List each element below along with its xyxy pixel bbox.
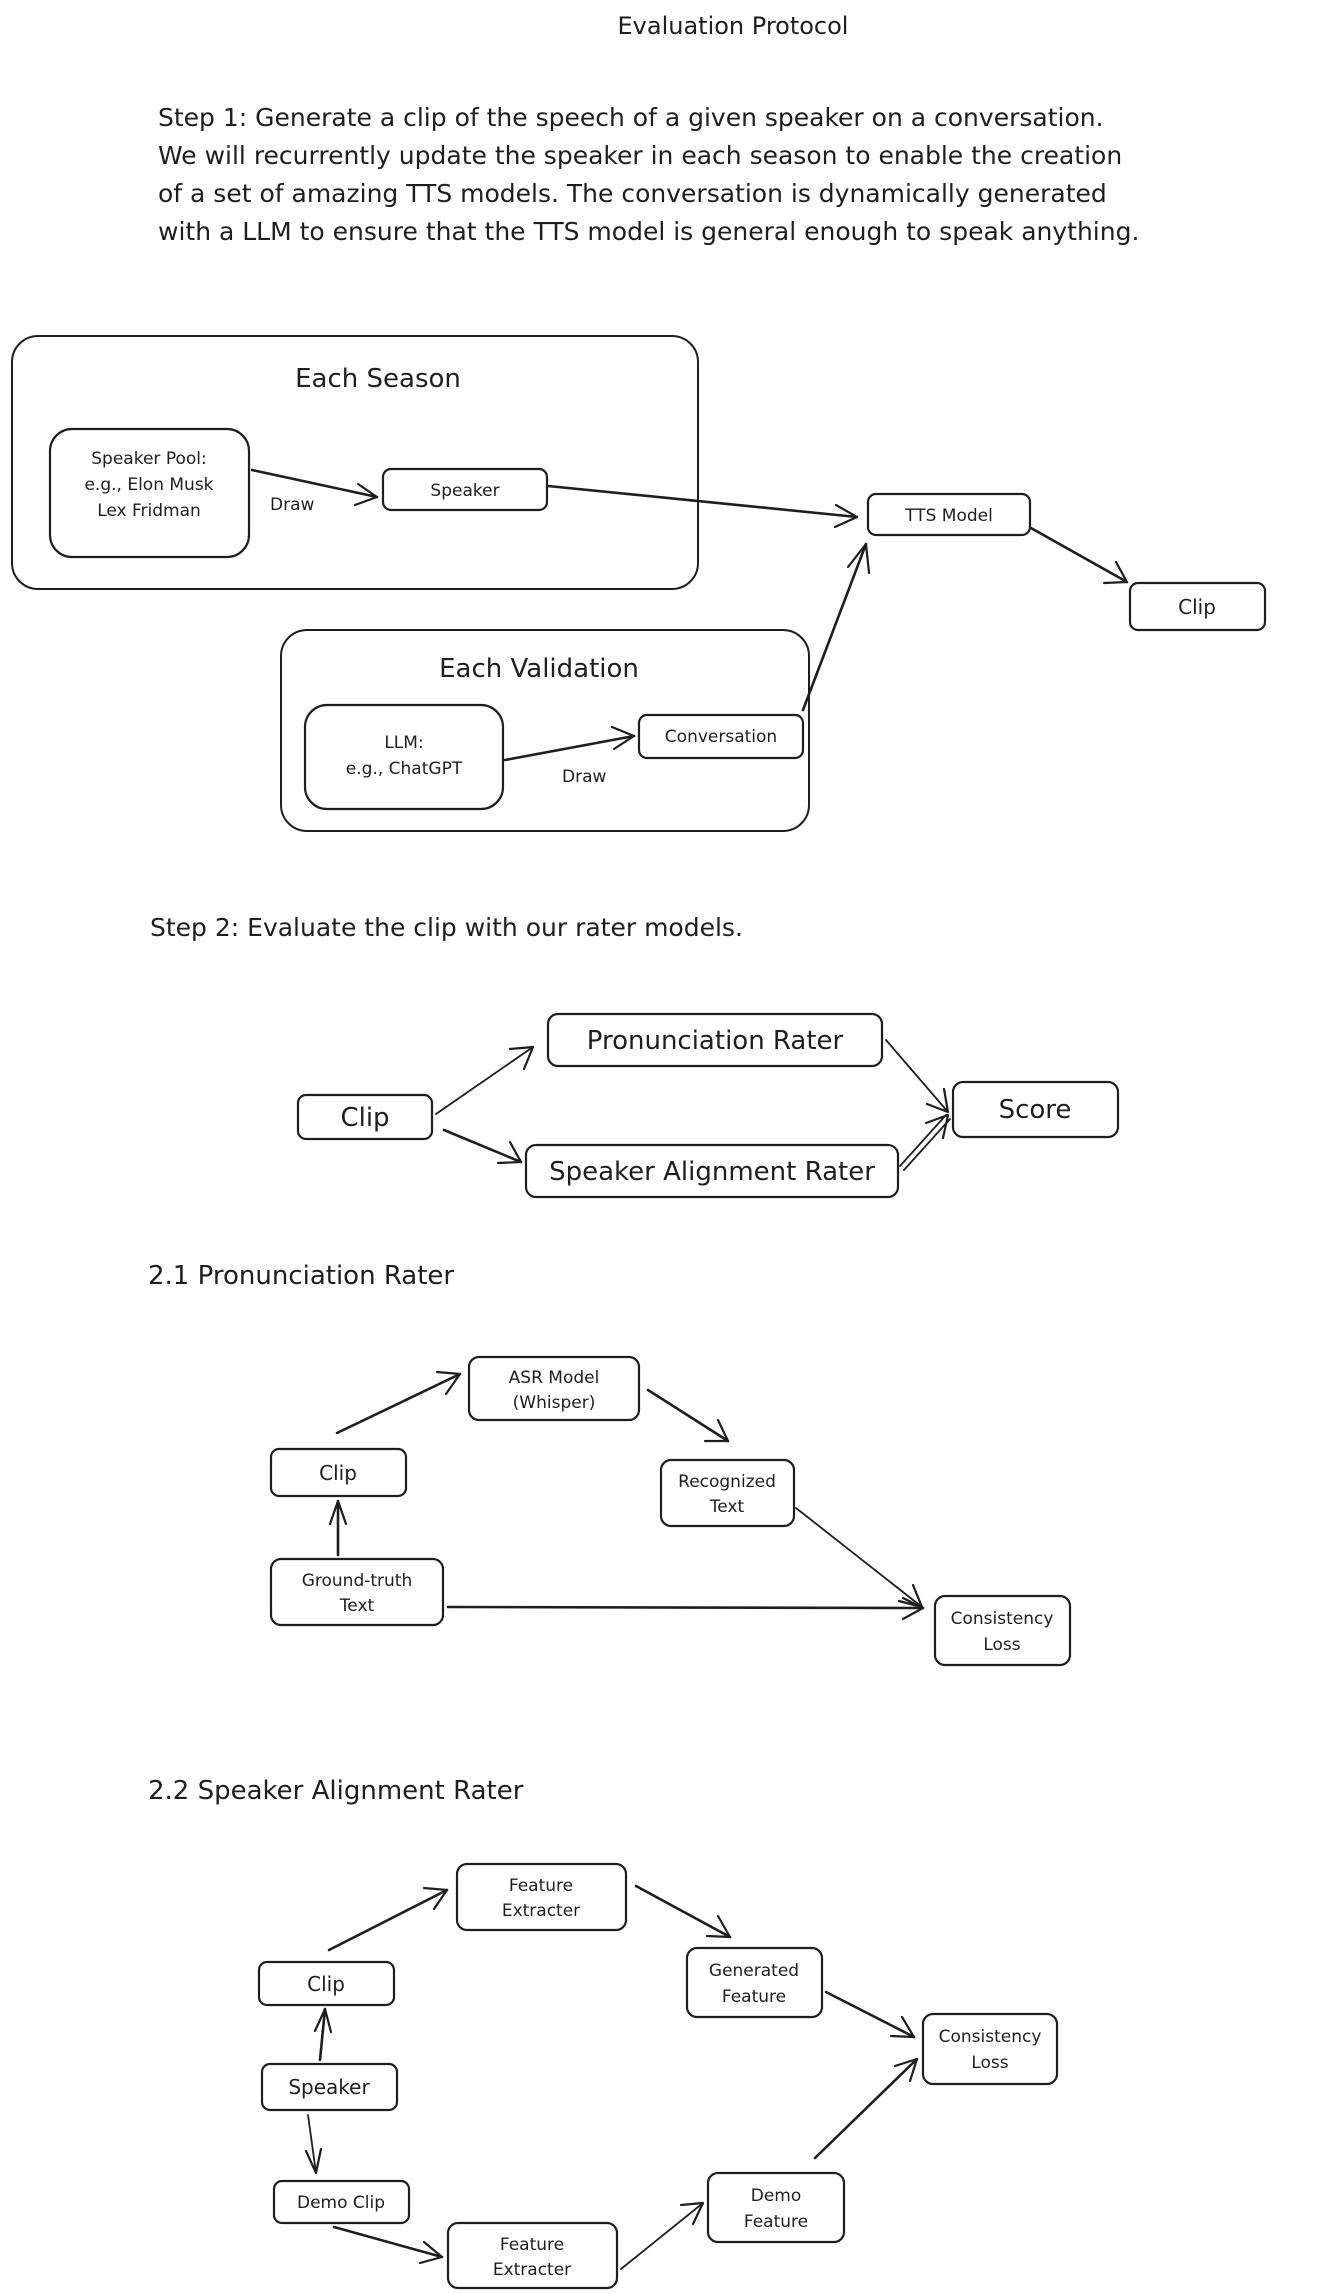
node-clip: Clip: [296, 1093, 434, 1141]
node-consistency-loss: Consistency Loss: [933, 1594, 1072, 1667]
edge-conversation-to-tts: [801, 542, 868, 712]
node-label: Extracter: [502, 1901, 580, 1921]
edge-label-draw: Draw: [562, 767, 606, 787]
step2-text: Step 2: Evaluate the clip with our rater…: [150, 913, 743, 942]
node-recognized-text: Recognized Text: [659, 1458, 796, 1528]
node-speaker-alignment-rater: Speaker Alignment Rater: [524, 1143, 900, 1199]
node-label: Clip: [340, 1103, 389, 1133]
edge-clip-to-extracter: [327, 1888, 449, 1952]
node-score: Score: [951, 1080, 1120, 1139]
node-label: Speaker: [288, 2075, 370, 2099]
node-label: e.g., Elon Musk: [84, 475, 213, 495]
edge-pronunciation-to-score: [885, 1039, 949, 1113]
edge-recognized-to-loss: [795, 1507, 923, 1608]
edge-tts-to-clip: [1029, 526, 1129, 584]
node-label: Demo: [751, 2186, 802, 2206]
node-label: Feature: [722, 1987, 786, 2007]
edge-alignment-to-score: [899, 1114, 947, 1167]
node-label: TTS Model: [904, 506, 993, 526]
node-label: Consistency: [939, 2027, 1042, 2047]
node-feature-extracter-bottom: Feature Extracter: [446, 2221, 619, 2290]
edge-clip-to-pronunciation: [435, 1046, 534, 1115]
node-label: Text: [709, 1497, 745, 1517]
edge-generated-to-loss: [824, 1990, 916, 2039]
edge-clip-to-asr: [335, 1372, 462, 1435]
edge-extracter-to-demofeature: [620, 2202, 704, 2270]
edge-groundtruth-to-loss: [446, 1605, 925, 1610]
group-title: Each Season: [295, 364, 461, 394]
diagram-canvas: Evaluation Protocol Step 1: Generate a c…: [11, 12, 1267, 2290]
node-label: LLM:: [384, 733, 423, 753]
group-title: Each Validation: [439, 654, 639, 684]
node-label: Clip: [307, 1972, 345, 1996]
node-label: Demo Clip: [297, 2193, 385, 2213]
section-heading-pronunciation: 2.1 Pronunciation Rater: [148, 1261, 454, 1291]
node-clip: Clip: [257, 1960, 396, 2007]
node-label: Generated: [709, 1961, 799, 1981]
node-label: Clip: [319, 1461, 357, 1485]
node-feature-extracter-top: Feature Extracter: [455, 1862, 628, 1932]
node-label: Consistency: [951, 1609, 1054, 1629]
node-speaker: Speaker: [381, 467, 549, 512]
node-pronunciation-rater: Pronunciation Rater: [546, 1012, 884, 1068]
node-label: Conversation: [665, 727, 777, 747]
node-label: Lex Fridman: [97, 501, 201, 521]
edge-demofeature-to-loss: [813, 2057, 919, 2160]
node-label: Feature: [500, 2235, 564, 2255]
node-label: Clip: [1178, 595, 1216, 619]
node-label: Speaker Alignment Rater: [549, 1157, 875, 1187]
node-label: Extracter: [493, 2260, 571, 2280]
arrowhead-icon: [846, 542, 871, 575]
section-heading-alignment: 2.2 Speaker Alignment Rater: [148, 1776, 524, 1806]
node-ground-truth-text: Ground-truth Text: [269, 1557, 445, 1627]
node-label: Recognized: [678, 1472, 776, 1492]
step1-line: We will recurrently update the speaker i…: [158, 141, 1122, 170]
edge-extracter-to-generated: [634, 1884, 732, 1939]
edge-clip-to-alignment: [442, 1128, 523, 1164]
step1-line: of a set of amazing TTS models. The conv…: [158, 179, 1107, 208]
step1-line: with a LLM to ensure that the TTS model …: [158, 217, 1139, 246]
node-label: Score: [999, 1095, 1072, 1125]
edge-speaker-to-tts: [546, 484, 859, 519]
node-demo-clip: Demo Clip: [272, 2179, 411, 2225]
step1-line: Step 1: Generate a clip of the speech of…: [158, 103, 1104, 132]
node-speaker-pool: Speaker Pool: e.g., Elon Musk Lex Fridma…: [48, 427, 251, 559]
node-demo-feature: Demo Feature: [706, 2171, 846, 2244]
node-tts-model: TTS Model: [866, 492, 1032, 537]
node-label: Feature: [744, 2212, 808, 2232]
node-conversation: Conversation: [637, 713, 805, 760]
page-title: Evaluation Protocol: [618, 12, 849, 40]
node-clip: Clip: [269, 1447, 408, 1498]
node-generated-feature: Generated Feature: [685, 1946, 824, 2019]
node-label: (Whisper): [513, 1393, 596, 1413]
node-label: Speaker: [430, 481, 499, 501]
node-consistency-loss: Consistency Loss: [921, 2012, 1059, 2086]
node-label: Loss: [983, 1635, 1020, 1655]
node-label: Loss: [971, 2053, 1008, 2073]
node-label: Speaker Pool:: [91, 449, 206, 469]
node-clip: Clip: [1128, 581, 1267, 632]
step1-paragraph: Step 1: Generate a clip of the speech of…: [158, 103, 1139, 246]
node-label: e.g., ChatGPT: [346, 759, 463, 779]
edge-label-draw: Draw: [270, 495, 314, 515]
node-label: Pronunciation Rater: [587, 1026, 844, 1056]
node-llm: LLM: e.g., ChatGPT: [303, 703, 505, 811]
node-label: ASR Model: [509, 1368, 600, 1388]
edge-alignment-to-score: [903, 1118, 951, 1171]
node-asr-model: ASR Model (Whisper): [467, 1355, 641, 1422]
edge-asr-to-recognized: [646, 1388, 730, 1443]
node-label: Ground-truth: [302, 1571, 413, 1591]
node-label: Text: [339, 1596, 375, 1616]
node-speaker: Speaker: [260, 2062, 399, 2112]
edge-democlip-to-extracter: [332, 2225, 444, 2259]
node-label: Feature: [509, 1876, 573, 1896]
